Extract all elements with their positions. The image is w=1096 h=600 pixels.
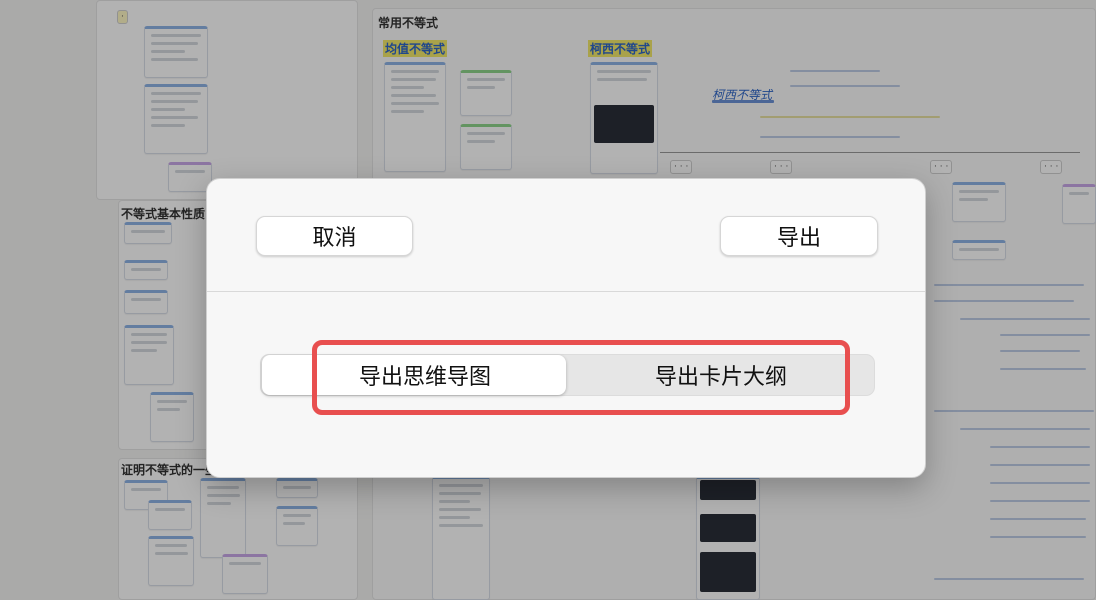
export-dialog: 取消 导出 导出思维导图 导出卡片大纲 — [206, 178, 926, 478]
export-format-segmented-control: 导出思维导图 导出卡片大纲 — [260, 354, 875, 396]
segment-export-mindmap[interactable]: 导出思维导图 — [262, 355, 566, 395]
segment-export-card-outline[interactable]: 导出卡片大纲 — [567, 355, 875, 395]
cancel-button[interactable]: 取消 — [256, 216, 413, 256]
export-button[interactable]: 导出 — [720, 216, 878, 256]
dialog-divider — [207, 291, 925, 292]
